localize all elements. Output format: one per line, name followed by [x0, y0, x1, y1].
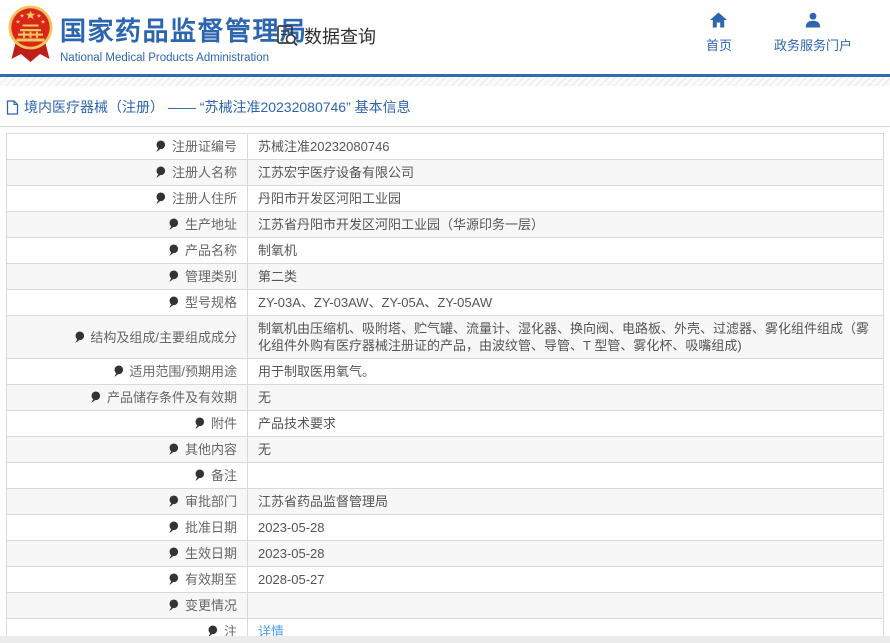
row-label: 生效日期 [185, 546, 237, 561]
table-row: 其他内容 无 [7, 437, 884, 463]
pin-icon [168, 599, 179, 612]
row-label: 其他内容 [185, 442, 237, 457]
pin-icon [168, 443, 179, 456]
stripe-band [0, 77, 890, 86]
row-label: 适用范围/预期用途 [129, 364, 237, 379]
pin-icon [168, 521, 179, 534]
row-label: 审批部门 [185, 494, 237, 509]
row-label: 结构及组成/主要组成成分 [90, 330, 237, 345]
row-value: 苏械注准20232080746 [258, 139, 390, 154]
row-label: 注册人住所 [172, 191, 237, 206]
pin-icon [168, 547, 179, 560]
table-row: 备注 [7, 463, 884, 489]
nav-home[interactable]: 首页 [706, 12, 732, 54]
row-value: 产品技术要求 [258, 416, 336, 431]
row-label: 注册证编号 [172, 139, 237, 154]
table-row: 审批部门 江苏省药品监督管理局 [7, 489, 884, 515]
row-value: 2023-05-28 [258, 520, 325, 535]
pin-icon [168, 270, 179, 283]
pin-icon [90, 391, 101, 404]
table-row: 生效日期 2023-05-28 [7, 541, 884, 567]
row-value: 无 [258, 442, 271, 457]
row-label: 备注 [211, 468, 237, 483]
table-row: 批准日期 2023-05-28 [7, 515, 884, 541]
row-label: 批准日期 [185, 520, 237, 535]
row-value: 制氧机 [258, 243, 297, 258]
row-value: 江苏宏宇医疗设备有限公司 [258, 165, 414, 180]
row-label: 注册人名称 [172, 165, 237, 180]
page-header: 国家药品监督管理局 National Medical Products Admi… [0, 0, 890, 74]
pin-icon [168, 296, 179, 309]
row-value: 江苏省丹阳市开发区河阳工业园（华源印务一层） [258, 217, 544, 232]
table-row: 结构及组成/主要组成成分 制氧机由压缩机、吸附塔、贮气罐、流量计、湿化器、换向阀… [7, 316, 884, 359]
pin-icon [74, 331, 85, 344]
table-row: 适用范围/预期用途 用于制取医用氧气。 [7, 359, 884, 385]
row-label: 管理类别 [185, 269, 237, 284]
table-row: 注册人名称 江苏宏宇医疗设备有限公司 [7, 160, 884, 186]
data-query-icon [276, 24, 299, 48]
breadcrumb-text: 境内医疗器械（注册） —— “苏械注准20232080746” 基本信息 [24, 97, 411, 117]
home-icon [709, 12, 728, 28]
pin-icon [168, 244, 179, 257]
row-label: 产品名称 [185, 243, 237, 258]
pin-icon [168, 573, 179, 586]
data-query-label: 数据查询 [304, 23, 376, 49]
nav-gov-portal-label: 政务服务门户 [774, 35, 852, 54]
org-name-en: National Medical Products Administration [60, 52, 308, 64]
row-value: 第二类 [258, 269, 297, 284]
breadcrumb: 境内医疗器械（注册） —— “苏械注准20232080746” 基本信息 [6, 97, 890, 117]
footer-strip [0, 636, 890, 643]
pin-icon [194, 417, 205, 430]
table-row: 附件 产品技术要求 [7, 411, 884, 437]
row-value: 2023-05-28 [258, 546, 325, 561]
row-label: 生产地址 [185, 217, 237, 232]
table-row: 生产地址 江苏省丹阳市开发区河阳工业园（华源印务一层） [7, 212, 884, 238]
row-value: 丹阳市开发区河阳工业园 [258, 191, 401, 206]
pin-icon [168, 495, 179, 508]
table-row: 注册证编号 苏械注准20232080746 [7, 134, 884, 160]
row-label: 型号规格 [185, 295, 237, 310]
row-value: 无 [258, 390, 271, 405]
data-query-section[interactable]: 数据查询 [276, 23, 376, 49]
pin-icon [155, 192, 166, 205]
nav-gov-portal[interactable]: 政务服务门户 [774, 12, 852, 54]
pin-icon [113, 365, 124, 378]
table-row: 有效期至 2028-05-27 [7, 567, 884, 593]
breadcrumb-divider [0, 126, 890, 127]
row-label: 产品储存条件及有效期 [107, 390, 237, 405]
table-row: 管理类别 第二类 [7, 264, 884, 290]
row-value: 江苏省药品监督管理局 [258, 494, 388, 509]
row-value: 用于制取医用氧气。 [258, 364, 375, 379]
document-icon [6, 100, 19, 115]
table-row: 产品名称 制氧机 [7, 238, 884, 264]
row-value: 制氧机由压缩机、吸附塔、贮气罐、流量计、湿化器、换向阀、电路板、外壳、过滤器、雾… [258, 321, 869, 353]
row-label: 附件 [211, 416, 237, 431]
nav-home-label: 首页 [706, 35, 732, 54]
pin-icon [155, 140, 166, 153]
row-label: 变更情况 [185, 598, 237, 613]
info-table: 注册证编号 苏械注准20232080746 注册人名称 江苏宏宇医疗设备有限公司 [6, 133, 884, 643]
table-row: 产品储存条件及有效期 无 [7, 385, 884, 411]
org-name-cn: 国家药品监督管理局 [60, 11, 308, 48]
row-value: ZY-03A、ZY-03AW、ZY-05A、ZY-05AW [258, 295, 492, 310]
table-row: 型号规格 ZY-03A、ZY-03AW、ZY-05A、ZY-05AW [7, 290, 884, 316]
table-row: 注册人住所 丹阳市开发区河阳工业园 [7, 186, 884, 212]
user-icon [804, 12, 822, 28]
pin-icon [155, 166, 166, 179]
top-nav: 首页 政务服务门户 [706, 12, 852, 54]
national-emblem-logo [7, 4, 54, 66]
row-value: 2028-05-27 [258, 572, 325, 587]
pin-icon [194, 469, 205, 482]
row-label: 有效期至 [185, 572, 237, 587]
pin-icon [168, 218, 179, 231]
table-row: 变更情况 [7, 593, 884, 619]
